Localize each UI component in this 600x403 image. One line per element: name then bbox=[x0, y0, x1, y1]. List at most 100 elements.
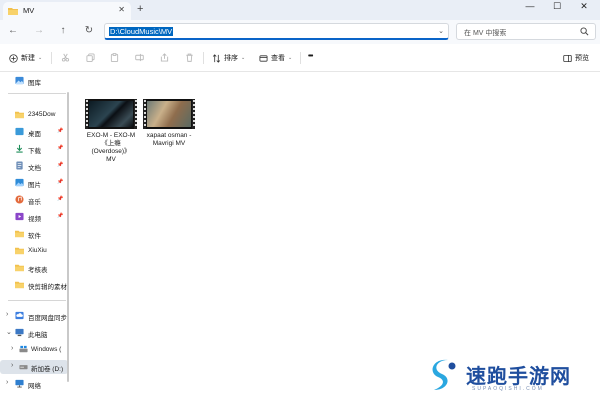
paste-button[interactable] bbox=[110, 53, 119, 62]
new-button[interactable]: 新建 ⌄ bbox=[9, 53, 42, 63]
file-name: EXO-M - EXO-M 《上瘾 (Overdose)》 MV bbox=[84, 132, 138, 164]
sidebar-item-kuaijian-assets[interactable]: 快剪辑的素材 bbox=[0, 278, 68, 292]
address-row: ← → ↑ ↻ D:\CloudMusic\MV ⌄ 在 MV 中搜索 bbox=[0, 20, 600, 44]
chevron-right-icon[interactable]: › bbox=[6, 311, 8, 318]
sidebar-item-software[interactable]: 软件 bbox=[0, 227, 68, 241]
sidebar-item-label: 音乐 bbox=[28, 199, 41, 206]
sidebar-item-label: 2345Dow bbox=[28, 111, 56, 118]
sidebar-item-label: 考核表 bbox=[28, 267, 48, 274]
sidebar-item-this-pc[interactable]: ⌄ 此电脑 bbox=[0, 326, 68, 340]
sidebar-item-2345downloads[interactable]: 2345Dow bbox=[0, 108, 68, 122]
sidebar-divider bbox=[8, 93, 66, 94]
share-button[interactable] bbox=[160, 53, 169, 62]
sidebar-item-label: 新加卷 (D:) bbox=[31, 366, 64, 373]
file-explorer-window: MV ✕ + — ☐ ✕ ← → ↑ ↻ D:\CloudMusic\MV ⌄ … bbox=[0, 0, 600, 403]
sidebar-item-baidu-sync[interactable]: › 百度网盘同步 bbox=[0, 309, 68, 323]
watermark-subtitle: SUPAOQISHI.COM bbox=[472, 386, 544, 392]
sidebar-item-pictures[interactable]: 图片 📌 bbox=[0, 176, 68, 190]
computer-icon bbox=[15, 328, 24, 337]
sidebar-item-desktop[interactable]: 桌面 📌 bbox=[0, 125, 68, 139]
search-icon bbox=[580, 27, 589, 36]
film-strip-left bbox=[143, 99, 146, 129]
video-thumbnail bbox=[85, 99, 137, 129]
tab-strip: MV ✕ + — ☐ ✕ bbox=[0, 0, 600, 20]
sidebar-item-assessment[interactable]: 考核表 bbox=[0, 261, 68, 275]
desktop-icon bbox=[15, 127, 24, 136]
address-bar[interactable]: D:\CloudMusic\MV ⌄ bbox=[104, 23, 449, 40]
document-icon bbox=[16, 161, 23, 170]
sidebar-item-gallery[interactable]: 图库 bbox=[0, 74, 68, 88]
rename-button[interactable] bbox=[135, 53, 144, 62]
delete-button[interactable] bbox=[185, 53, 194, 62]
sidebar-item-label: 桌面 bbox=[28, 131, 41, 138]
up-button[interactable]: ↑ bbox=[56, 25, 70, 36]
video-frame bbox=[89, 101, 133, 127]
sidebar-item-label: 视频 bbox=[28, 216, 41, 223]
new-tab-button[interactable]: + bbox=[137, 3, 143, 15]
new-label: 新建 bbox=[21, 55, 35, 62]
sidebar-item-music[interactable]: 音乐 📌 bbox=[0, 193, 68, 207]
address-path[interactable]: D:\CloudMusic\MV bbox=[109, 27, 174, 36]
view-label: 查看 bbox=[271, 55, 285, 62]
sidebar-item-windows-drive[interactable]: › Windows ( bbox=[0, 343, 68, 357]
file-name-line: Mavrigi MV bbox=[152, 140, 186, 147]
chevron-right-icon[interactable]: › bbox=[6, 379, 8, 386]
paste-icon bbox=[110, 53, 119, 62]
sidebar-item-network[interactable]: › 网络 bbox=[0, 377, 68, 391]
address-dropdown-icon[interactable]: ⌄ bbox=[438, 27, 444, 35]
chevron-right-icon[interactable]: › bbox=[11, 345, 13, 352]
forward-button[interactable]: → bbox=[32, 25, 46, 36]
toolbar-divider bbox=[300, 52, 301, 64]
sort-button[interactable]: 排序 ⌄ bbox=[212, 53, 245, 63]
back-button[interactable]: ← bbox=[6, 25, 20, 36]
sidebar-item-label: 文档 bbox=[28, 165, 41, 172]
video-frame bbox=[147, 101, 191, 127]
toolbar-divider bbox=[51, 52, 52, 64]
gallery-icon bbox=[15, 76, 24, 85]
refresh-button[interactable]: ↻ bbox=[82, 25, 96, 36]
preview-pane-button[interactable]: 预览 bbox=[563, 53, 589, 63]
tab-mv[interactable]: MV ✕ bbox=[3, 2, 131, 20]
rename-icon bbox=[135, 53, 144, 62]
file-name-line: MV bbox=[106, 156, 116, 163]
sidebar-item-documents[interactable]: 文档 📌 bbox=[0, 159, 68, 173]
folder-icon bbox=[15, 264, 24, 272]
copy-button[interactable] bbox=[86, 53, 95, 62]
preview-label: 预览 bbox=[575, 55, 589, 62]
close-window-button[interactable]: ✕ bbox=[572, 1, 596, 12]
sidebar-item-label: 此电脑 bbox=[28, 332, 48, 339]
maximize-button[interactable]: ☐ bbox=[545, 1, 569, 12]
watermark-title: 速跑手游网 bbox=[466, 366, 571, 388]
chevron-right-icon[interactable]: › bbox=[11, 362, 13, 369]
plus-circle-icon bbox=[9, 53, 18, 63]
file-name-line: EXO-M - EXO-M bbox=[86, 132, 136, 139]
film-strip-left bbox=[85, 99, 88, 129]
sidebar-item-downloads[interactable]: 下载 📌 bbox=[0, 142, 68, 156]
sidebar-item-xiuxiu[interactable]: XiuXiu bbox=[0, 244, 68, 258]
sidebar-scrollbar[interactable] bbox=[67, 92, 69, 382]
chevron-down-icon: ⌄ bbox=[38, 55, 43, 61]
download-icon bbox=[16, 144, 23, 153]
search-input[interactable]: 在 MV 中搜索 bbox=[456, 23, 596, 40]
more-options-button[interactable]: ••• bbox=[308, 53, 313, 60]
close-tab-icon[interactable]: ✕ bbox=[118, 5, 125, 14]
cut-icon bbox=[61, 53, 70, 62]
sidebar-item-label: 下载 bbox=[28, 148, 41, 155]
network-icon bbox=[15, 379, 24, 388]
sidebar-item-label: Windows ( bbox=[31, 346, 62, 353]
sidebar-item-label: 图库 bbox=[28, 80, 41, 87]
file-list-area: EXO-M - EXO-M 《上瘾 (Overdose)》 MV xapaat … bbox=[70, 72, 600, 403]
chevron-down-icon: ⌄ bbox=[288, 55, 293, 61]
view-button[interactable]: 查看 ⌄ bbox=[259, 53, 292, 63]
file-name: xapaat osman - Mavrigi MV bbox=[142, 132, 196, 148]
folder-icon bbox=[15, 230, 24, 238]
sidebar-item-videos[interactable]: 视频 📌 bbox=[0, 210, 68, 224]
chevron-down-icon[interactable]: ⌄ bbox=[6, 328, 12, 336]
share-icon bbox=[160, 53, 169, 62]
sidebar-item-new-volume-d[interactable]: › 新加卷 (D:) bbox=[0, 360, 68, 374]
minimize-button[interactable]: — bbox=[518, 1, 542, 11]
drive-icon bbox=[19, 365, 28, 370]
pin-icon: 📌 bbox=[57, 196, 64, 202]
cut-button[interactable] bbox=[61, 53, 70, 62]
music-icon bbox=[15, 195, 24, 204]
